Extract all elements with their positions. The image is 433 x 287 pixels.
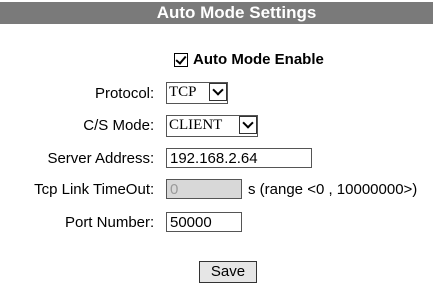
- cs-mode-label: C/S Mode: [83, 117, 150, 134]
- cs-mode-select[interactable]: CLIENT: [166, 115, 258, 137]
- protocol-select[interactable]: TCP: [166, 82, 228, 104]
- server-address-field[interactable]: 192.168.2.64: [166, 148, 312, 168]
- protocol-value: TCP: [169, 84, 197, 100]
- port-number-label: Port Number: [64, 214, 150, 231]
- auto-mode-checkbox[interactable]: [174, 53, 188, 67]
- section-title: Auto Mode Settings: [156, 3, 317, 22]
- chevron-down-icon[interactable]: [239, 116, 257, 134]
- tcp-timeout-field[interactable]: 0: [166, 179, 242, 199]
- port-number-field[interactable]: 50000: [166, 212, 242, 232]
- server-address-label: Server Address: [47, 150, 150, 167]
- tcp-timeout-colon: :: [150, 181, 155, 198]
- chevron-down-icon[interactable]: [209, 83, 227, 101]
- save-button[interactable]: Save: [199, 261, 257, 283]
- section-header: Auto Mode Settings: [0, 2, 433, 24]
- protocol-label: Protocol: [94, 85, 150, 102]
- server-address-colon: :: [150, 150, 155, 167]
- cs-mode-colon: :: [150, 117, 155, 134]
- protocol-colon: :: [150, 85, 155, 102]
- cs-mode-value: CLIENT: [169, 117, 223, 133]
- port-number-colon: :: [150, 214, 155, 231]
- auto-mode-label: Auto Mode Enable: [193, 51, 324, 68]
- tcp-timeout-hint: s (range <0 , 10000000>): [248, 181, 418, 198]
- tcp-timeout-label: Tcp Link TimeOut: [34, 181, 150, 198]
